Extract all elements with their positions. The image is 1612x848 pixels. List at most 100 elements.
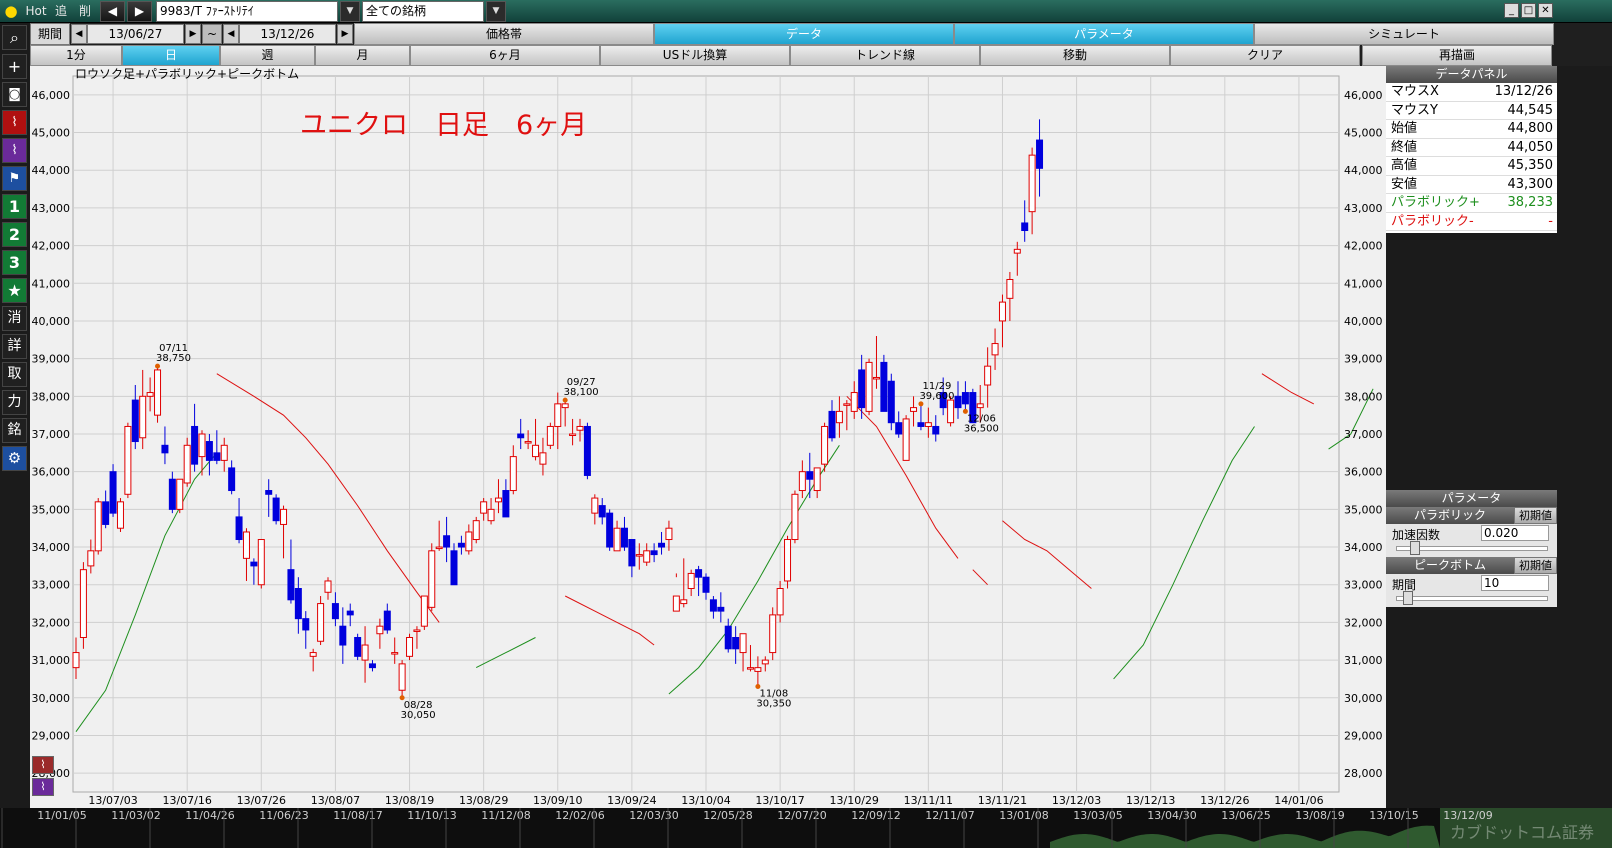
- chart-purple-icon[interactable]: ⌇: [2, 138, 27, 163]
- y-tick-label-right: 44,000: [1344, 164, 1383, 177]
- tab-redraw[interactable]: 再描画: [1362, 45, 1552, 66]
- candlestick-chart[interactable]: 07/1138,75008/2830,05009/2738,10011/0830…: [30, 66, 1386, 808]
- data-value: -: [1548, 213, 1553, 229]
- x-tick-label: 14/01/06: [1274, 794, 1323, 807]
- timeline-date-label: 13/12/09: [1443, 809, 1492, 822]
- date-separator: ~: [202, 24, 222, 44]
- close-button[interactable]: ✕: [1538, 3, 1553, 18]
- end-prev-button[interactable]: ◀: [223, 24, 239, 44]
- gear-icon[interactable]: ⚙: [2, 446, 27, 471]
- accel-value-field[interactable]: 0.020: [1481, 525, 1549, 541]
- candle-down: [443, 535, 451, 548]
- tab-1min[interactable]: 1分: [30, 45, 122, 66]
- y-tick-label-left: 34,000: [32, 541, 71, 554]
- timeline-date-label: 13/08/19: [1295, 809, 1344, 822]
- chart-area[interactable]: 07/11 38,750 08/28 30,050 09/27 38,100 11/08 30…: [30, 66, 1386, 808]
- period-toolbar: 期間 ◀ 13/06/27 ▶ ~ ◀ 13/12/26 ▶ 価格帯 データ パ…: [30, 23, 1612, 45]
- candle-down: [346, 610, 354, 616]
- y-tick-label-right: 32,000: [1344, 616, 1383, 629]
- candle-up: [391, 652, 399, 655]
- hot-button[interactable]: Hot: [22, 2, 50, 21]
- data-row-mouse-x: マウスX 13/12/26: [1386, 83, 1557, 102]
- end-date-field[interactable]: 13/12/26: [239, 24, 336, 44]
- parabolic-reset-button[interactable]: 初期値: [1514, 507, 1557, 524]
- period-label: 期間: [30, 23, 70, 45]
- layout-3-button[interactable]: 3: [2, 250, 27, 275]
- peak-bottom-price: 38,750: [156, 353, 191, 364]
- start-prev-button[interactable]: ◀: [71, 24, 87, 44]
- tab-price-range[interactable]: 価格帯: [354, 23, 654, 45]
- candle-up: [769, 614, 777, 654]
- candle-up: [976, 403, 984, 409]
- candle-down: [102, 501, 110, 525]
- end-next-button[interactable]: ▶: [337, 24, 353, 44]
- group-select[interactable]: 全ての銘柄: [362, 1, 484, 22]
- candle-down: [450, 550, 458, 586]
- x-tick-label: 13/08/07: [311, 794, 360, 807]
- stock-list-button[interactable]: 銘: [2, 418, 27, 443]
- candle-up: [984, 365, 992, 386]
- tab-clear[interactable]: クリア: [1170, 45, 1360, 66]
- layout-2-button[interactable]: 2: [2, 222, 27, 247]
- candle-up: [554, 403, 562, 427]
- flag-icon[interactable]: ⚑: [2, 166, 27, 191]
- parabolic-section-label: パラボリック: [1386, 507, 1514, 524]
- tab-monthly[interactable]: 月: [315, 45, 410, 66]
- tab-parameter[interactable]: パラメータ: [954, 23, 1254, 45]
- overview-timeline[interactable]: 11/01/05 11/03/02 11/04/26 11/06/23 11/08/17…: [0, 808, 1612, 848]
- peak-marker: [562, 397, 568, 403]
- tab-simulate[interactable]: シミュレート: [1254, 23, 1554, 45]
- power-button[interactable]: 力: [2, 390, 27, 415]
- period-value-field[interactable]: 10: [1481, 575, 1549, 591]
- period-slider-track[interactable]: [1396, 596, 1548, 601]
- crosshair-button[interactable]: +: [2, 54, 27, 79]
- maximize-button[interactable]: □: [1521, 3, 1536, 18]
- group-dropdown-button[interactable]: ▼: [486, 1, 506, 22]
- candle-up: [494, 497, 502, 503]
- prev-symbol-button[interactable]: ◀: [100, 1, 125, 22]
- parameter-panel: パラボリック 初期値 加速因数 0.020 ピークボトム 初期値 期間 10: [1386, 507, 1557, 607]
- tab-daily[interactable]: 日: [122, 45, 220, 66]
- favorite-star-button[interactable]: ★: [2, 278, 27, 303]
- start-date-field[interactable]: 13/06/27: [87, 24, 184, 44]
- start-next-button[interactable]: ▶: [185, 24, 201, 44]
- minimize-button[interactable]: _: [1504, 3, 1519, 18]
- candle-down: [620, 527, 628, 548]
- candle-up: [524, 441, 532, 444]
- y-tick-label-left: 46,000: [32, 89, 71, 102]
- accel-slider-thumb[interactable]: [1410, 541, 1421, 555]
- candle-up: [242, 531, 250, 559]
- next-symbol-button[interactable]: ▶: [127, 1, 152, 22]
- period-slider-thumb[interactable]: [1403, 591, 1414, 605]
- timeline-date-label: 11/01/05: [37, 809, 86, 822]
- delete-button[interactable]: 削: [74, 2, 96, 21]
- search-icon[interactable]: ⌕: [2, 25, 27, 50]
- peakbottom-reset-button[interactable]: 初期値: [1514, 557, 1557, 574]
- layout-1-button[interactable]: 1: [2, 194, 27, 219]
- y-tick-label-left: 42,000: [32, 240, 71, 253]
- y-tick-label-left: 29,000: [32, 729, 71, 742]
- detail-button[interactable]: 詳: [2, 334, 27, 359]
- tab-6months[interactable]: 6ヶ月: [410, 45, 600, 66]
- add-button[interactable]: 追: [50, 2, 72, 21]
- chart-red-icon[interactable]: ⌇: [2, 110, 27, 135]
- chart-small-icon-1[interactable]: ⌇: [32, 756, 54, 774]
- candle-up: [139, 395, 147, 439]
- camera-icon[interactable]: ◙: [2, 82, 27, 107]
- trade-button[interactable]: 取: [2, 362, 27, 387]
- tab-weekly[interactable]: 週: [220, 45, 315, 66]
- candle-up: [843, 403, 851, 406]
- symbol-dropdown-button[interactable]: ▼: [340, 1, 360, 22]
- tab-trendline[interactable]: トレンド線: [790, 45, 980, 66]
- candle-down: [287, 569, 295, 601]
- tab-data[interactable]: データ: [654, 23, 954, 45]
- candle-up: [754, 667, 762, 672]
- erase-button[interactable]: 消: [2, 306, 27, 331]
- lightbulb-icon[interactable]: ●: [2, 2, 20, 21]
- tab-usd-convert[interactable]: USドル換算: [600, 45, 790, 66]
- y-tick-label-left: 45,000: [32, 127, 71, 140]
- tab-move[interactable]: 移動: [980, 45, 1170, 66]
- chart-small-icon-2[interactable]: ⌇: [32, 778, 54, 796]
- candle-up: [872, 376, 880, 380]
- symbol-input[interactable]: 9983/T ﾌｧｰｽﾄﾘﾃｲ: [156, 1, 338, 22]
